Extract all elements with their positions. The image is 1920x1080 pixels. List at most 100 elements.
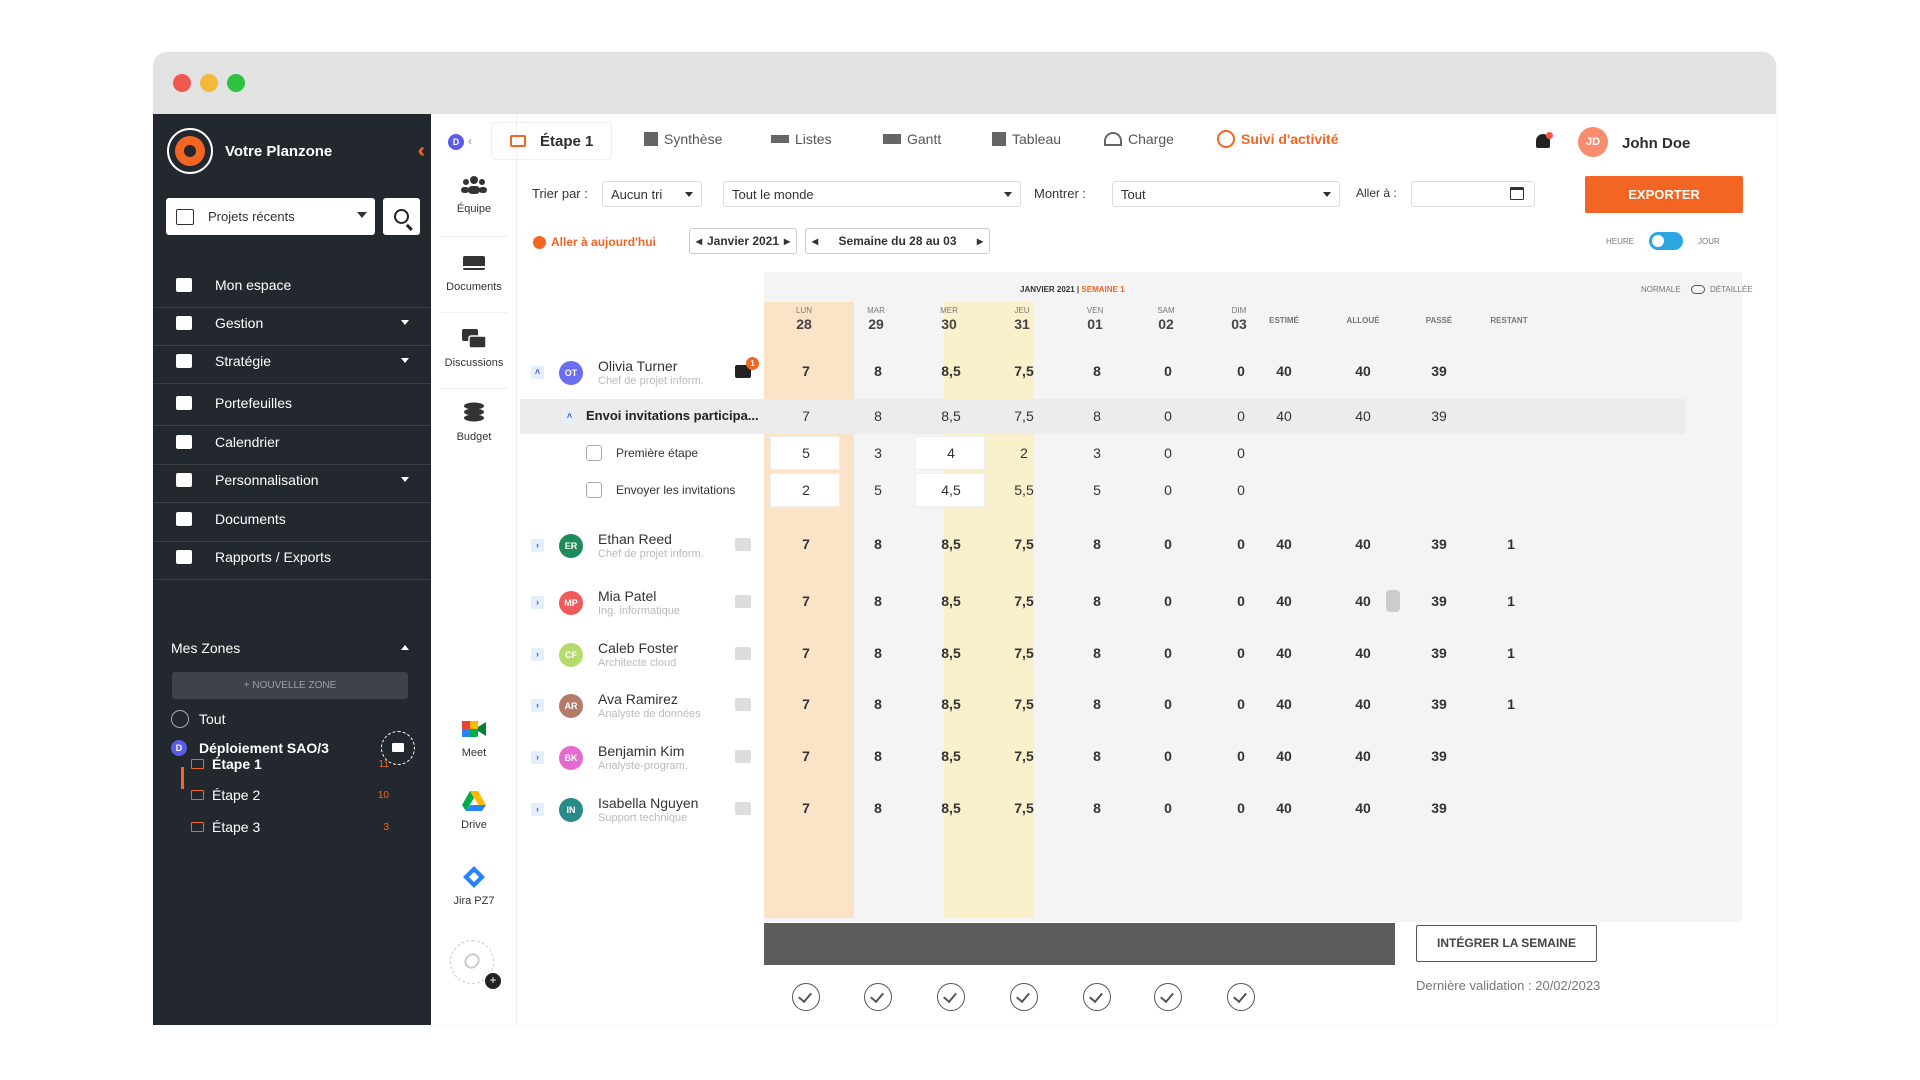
hours-cell[interactable]: 2 <box>989 445 1059 461</box>
project-badge[interactable]: D <box>448 134 464 150</box>
hours-cell[interactable]: 7,5 <box>989 696 1059 712</box>
hours-cell[interactable]: 8 <box>1062 800 1132 816</box>
hours-cell[interactable]: 7 <box>771 536 841 552</box>
person-name[interactable]: Caleb Foster <box>598 640 678 656</box>
collapse-task-icon[interactable]: ˄ <box>563 410 576 423</box>
expand-row-icon[interactable]: › <box>531 803 544 816</box>
maximize-window-button[interactable] <box>227 74 245 92</box>
validate-day-check-icon[interactable] <box>1083 983 1111 1011</box>
hours-cell[interactable]: 3 <box>843 445 913 461</box>
hours-cell[interactable]: 0 <box>1133 482 1203 498</box>
tab-gantt[interactable]: Gantt <box>883 131 941 147</box>
user-name[interactable]: John Doe <box>1622 135 1690 152</box>
close-window-button[interactable] <box>173 74 191 92</box>
checkbox[interactable] <box>586 445 602 461</box>
week-navigator[interactable]: ◂ Semaine du 28 au 03 ▸ <box>805 228 990 254</box>
expand-row-icon[interactable]: › <box>531 596 544 609</box>
go-today-link[interactable]: Aller à aujourd'hui <box>533 235 656 249</box>
hours-cell[interactable]: 7,5 <box>989 593 1059 609</box>
mode-toggle[interactable] <box>1691 285 1705 294</box>
hours-cell[interactable]: 7,5 <box>989 408 1059 424</box>
tool-jira[interactable]: Jira PZ7 <box>431 866 517 907</box>
hours-cell[interactable]: 5 <box>1062 482 1132 498</box>
person-name[interactable]: Mia Patel <box>598 588 656 604</box>
sidebar-item-strat-gie[interactable]: Stratégie <box>153 338 431 384</box>
tab-synthese[interactable]: Synthèse <box>644 131 722 147</box>
people-select[interactable]: Tout le monde <box>723 181 1021 207</box>
tool-drive[interactable]: Drive <box>431 790 517 831</box>
task-name[interactable]: Envoi invitations participa... <box>586 408 759 423</box>
person-name[interactable]: Isabella Nguyen <box>598 795 698 811</box>
hours-cell[interactable]: 0 <box>1133 645 1203 661</box>
person-name[interactable]: Ava Ramirez <box>598 691 678 707</box>
hours-cell[interactable]: 8 <box>843 408 913 424</box>
hours-cell[interactable]: 8 <box>843 536 913 552</box>
comment-icon[interactable] <box>735 698 751 711</box>
tab-suivi-activite[interactable]: Suivi d'activité <box>1217 130 1338 148</box>
hours-cell[interactable]: 7,5 <box>989 800 1059 816</box>
hours-cell[interactable]: 7 <box>771 748 841 764</box>
tab-listes[interactable]: Listes <box>771 131 832 147</box>
hours-cell[interactable]: 7 <box>771 408 841 424</box>
validate-day-check-icon[interactable] <box>864 983 892 1011</box>
subtask-row[interactable]: Première étape <box>586 445 698 461</box>
expand-row-icon[interactable]: › <box>531 539 544 552</box>
hours-cell[interactable]: 5 <box>771 445 841 461</box>
tool-documents[interactable]: Documents <box>431 252 517 293</box>
hours-cell[interactable]: 8,5 <box>916 696 986 712</box>
comment-icon[interactable] <box>735 595 751 608</box>
hours-cell[interactable]: 8 <box>843 363 913 379</box>
add-integration-button[interactable]: + <box>450 940 501 989</box>
hours-cell[interactable]: 7,5 <box>989 645 1059 661</box>
chevron-up-icon[interactable] <box>401 645 409 650</box>
prev-month-icon[interactable]: ◂ <box>696 234 702 248</box>
hours-cell[interactable]: 7,5 <box>989 748 1059 764</box>
expand-row-icon[interactable]: › <box>531 648 544 661</box>
stage-item-2[interactable]: Étape 2 10 <box>191 787 411 803</box>
hours-cell[interactable]: 4,5 <box>916 482 986 498</box>
month-navigator[interactable]: ◂ Janvier 2021 ▸ <box>689 228 797 254</box>
person-name[interactable]: Olivia Turner <box>598 358 677 374</box>
collapse-sidebar-icon[interactable]: ‹‹ <box>418 140 427 163</box>
tool-budget[interactable]: Budget <box>431 402 517 443</box>
hours-cell[interactable]: 8,5 <box>916 408 986 424</box>
person-name[interactable]: Ethan Reed <box>598 531 672 547</box>
notifications-bell-icon[interactable] <box>1535 132 1553 152</box>
hours-cell[interactable]: 4 <box>916 445 986 461</box>
validate-day-check-icon[interactable] <box>1010 983 1038 1011</box>
next-week-icon[interactable]: ▸ <box>977 234 983 248</box>
zone-deploiement[interactable]: D Déploiement SAO/3 <box>171 740 329 756</box>
hours-cell[interactable]: 8 <box>1062 645 1132 661</box>
integrate-week-button[interactable]: INTÉGRER LA SEMAINE <box>1416 925 1597 962</box>
new-zone-button[interactable]: + NOUVELLE ZONE <box>172 672 408 699</box>
validate-day-check-icon[interactable] <box>1227 983 1255 1011</box>
goto-date-input[interactable] <box>1411 181 1535 207</box>
validate-day-check-icon[interactable] <box>937 983 965 1011</box>
hours-cell[interactable]: 0 <box>1133 748 1203 764</box>
hours-cell[interactable]: 8,5 <box>916 748 986 764</box>
zone-all[interactable]: Tout <box>171 710 225 728</box>
tab-tableau[interactable]: Tableau <box>992 131 1061 147</box>
hours-cell[interactable]: 8 <box>1062 696 1132 712</box>
hours-cell[interactable]: 8 <box>843 645 913 661</box>
search-button[interactable] <box>383 198 420 235</box>
hours-cell[interactable]: 8,5 <box>916 536 986 552</box>
comment-icon[interactable] <box>735 750 751 763</box>
hours-cell[interactable]: 7 <box>771 363 841 379</box>
hours-cell[interactable]: 0 <box>1133 363 1203 379</box>
hours-cell[interactable]: 8,5 <box>916 363 986 379</box>
sort-select[interactable]: Aucun tri <box>602 181 702 207</box>
hours-cell[interactable]: 7,5 <box>989 363 1059 379</box>
hours-cell[interactable]: 8 <box>843 800 913 816</box>
hours-cell[interactable]: 0 <box>1133 593 1203 609</box>
breadcrumb[interactable]: Étape 1 <box>491 122 613 160</box>
hours-cell[interactable]: 8 <box>1062 536 1132 552</box>
hours-cell[interactable]: 3 <box>1062 445 1132 461</box>
hours-cell[interactable]: 8 <box>843 696 913 712</box>
hours-cell[interactable]: 8 <box>843 593 913 609</box>
hours-cell[interactable]: 7,5 <box>989 536 1059 552</box>
brand[interactable]: Votre Planzone <box>167 128 332 174</box>
expand-row-icon[interactable]: › <box>531 751 544 764</box>
hours-cell[interactable]: 7 <box>771 800 841 816</box>
tab-charge[interactable]: Charge <box>1104 131 1174 147</box>
